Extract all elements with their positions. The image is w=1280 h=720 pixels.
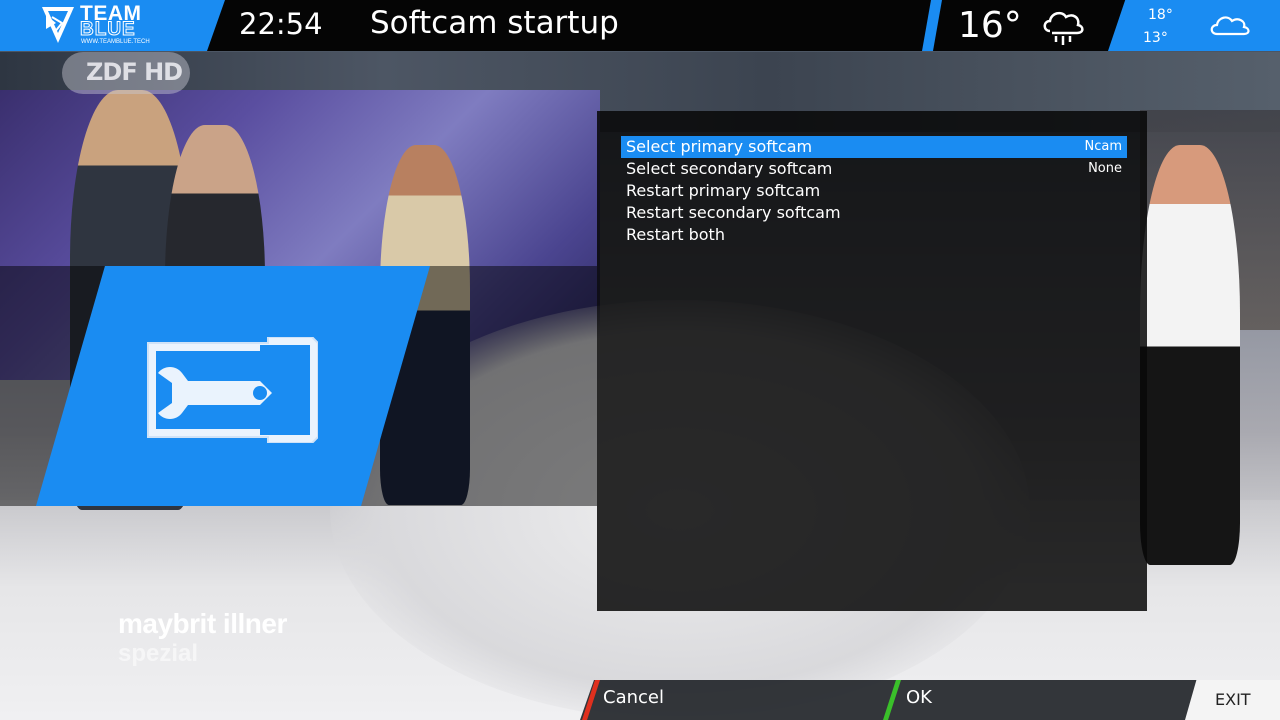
team-blue-logo-icon [42,7,74,43]
rain-cloud-icon [1043,11,1084,45]
show-title: maybrit illner [118,608,287,639]
forecast-box [1108,0,1280,51]
menu-item-label: Select secondary softcam [626,159,833,178]
show-subtitle: spezial [118,640,199,667]
menu-item-label: Restart secondary softcam [626,203,841,222]
softcam-card-wrench-icon [147,337,318,443]
guest-figure [1140,145,1240,565]
menu-panel: Select primary softcam Ncam Select secon… [597,111,1147,611]
menu-item-label: Select primary softcam [626,137,813,156]
menu-item-label: Restart both [626,225,725,244]
menu-item-restart-both[interactable]: Restart both [621,224,1127,246]
ok-button[interactable]: OK [906,687,932,708]
cloud-icon [1210,16,1250,36]
page-title: Softcam startup [370,5,619,41]
exit-button[interactable]: EXIT [1215,690,1251,709]
menu-item-label: Restart primary softcam [626,181,821,200]
forecast-low: 13° [1143,30,1168,46]
current-temperature: 16° [958,5,1022,46]
menu-item-value: Ncam [1084,139,1122,154]
logo-text-blue: BLUE [80,19,136,40]
menu-item-restart-primary-softcam[interactable]: Restart primary softcam [621,180,1127,202]
logo-url: WWW.TEAMBLUE.TECH [81,39,150,45]
cancel-button[interactable]: Cancel [603,687,664,708]
menu-item-value: None [1088,161,1122,176]
forecast-high: 18° [1148,7,1173,23]
menu-item-select-primary-softcam[interactable]: Select primary softcam Ncam [621,136,1127,158]
channel-logo-text: ZDF HD [86,58,183,86]
menu-item-select-secondary-softcam[interactable]: Select secondary softcam None [621,158,1127,180]
channel-logo: ZDF HD [62,52,190,94]
menu-item-restart-secondary-softcam[interactable]: Restart secondary softcam [621,202,1127,224]
clock: 22:54 [239,7,323,41]
